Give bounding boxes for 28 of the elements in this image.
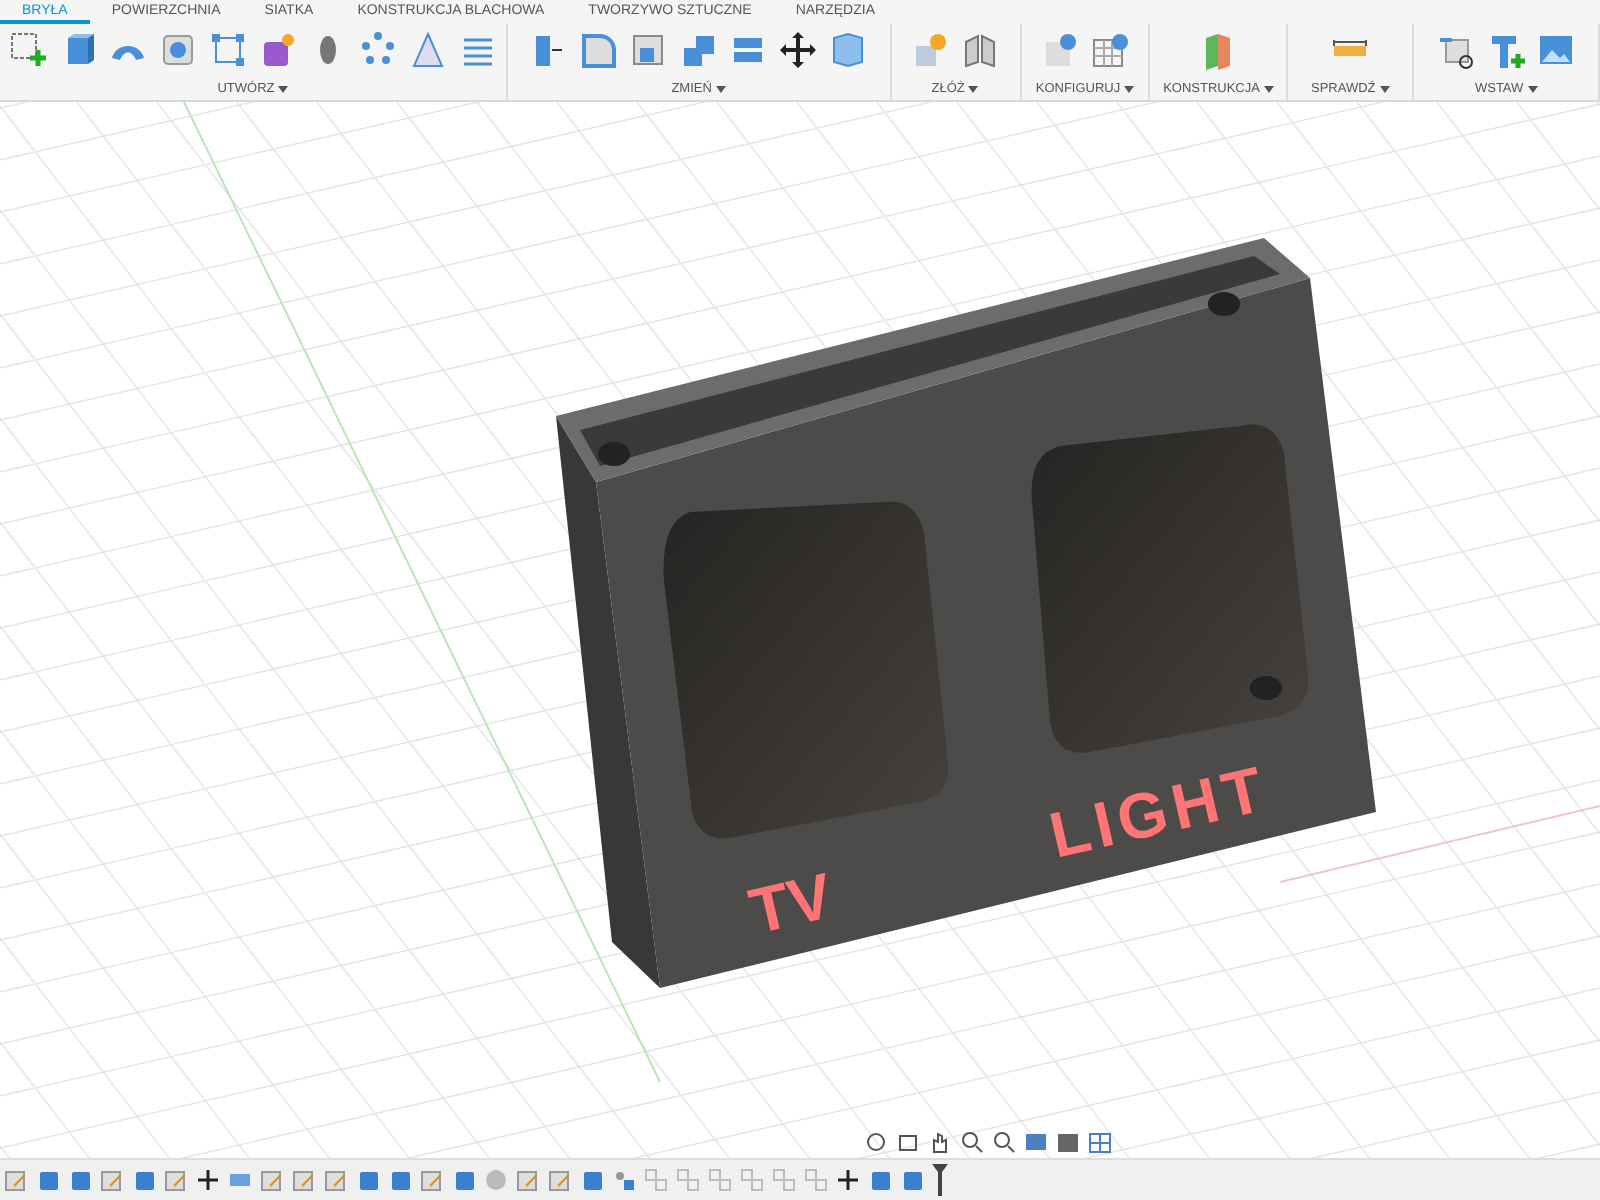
- dots-pattern-icon[interactable]: [358, 30, 398, 70]
- move-arrows-icon[interactable]: [196, 1168, 220, 1192]
- pan-hand-icon[interactable]: [928, 1130, 952, 1154]
- caret-icon: [1263, 85, 1274, 93]
- zoom-icon[interactable]: [960, 1130, 984, 1154]
- rectangle-points-icon[interactable]: [208, 30, 248, 70]
- rounded-corner-icon[interactable]: [578, 30, 619, 70]
- viewports-icon[interactable]: [1088, 1130, 1112, 1154]
- caret-icon: [715, 85, 726, 93]
- config-grid-icon[interactable]: [1090, 30, 1130, 70]
- triangle-icon[interactable]: [408, 30, 448, 70]
- caret-icon: [278, 85, 289, 93]
- move-arrows-icon[interactable]: [836, 1168, 860, 1192]
- move-arrows-icon[interactable]: [778, 30, 819, 70]
- hollow-box-icon[interactable]: [628, 30, 669, 70]
- model-label: LIGHT: [1042, 751, 1276, 872]
- combined-cubes-icon[interactable]: [678, 30, 719, 70]
- zoom-window-icon[interactable]: [992, 1130, 1016, 1154]
- caret-icon: [1379, 85, 1390, 93]
- caret-icon: [1124, 85, 1135, 93]
- caret-icon: [968, 85, 979, 93]
- sketch-plus-icon[interactable]: [8, 30, 48, 70]
- timeline-marker-icon[interactable]: [932, 1164, 948, 1196]
- bolt-plus-icon[interactable]: [1486, 30, 1527, 70]
- panels-icon[interactable]: [960, 30, 1001, 70]
- model-label: TV: [742, 859, 839, 948]
- caret-icon: [1527, 85, 1538, 93]
- image-icon[interactable]: [1536, 30, 1577, 70]
